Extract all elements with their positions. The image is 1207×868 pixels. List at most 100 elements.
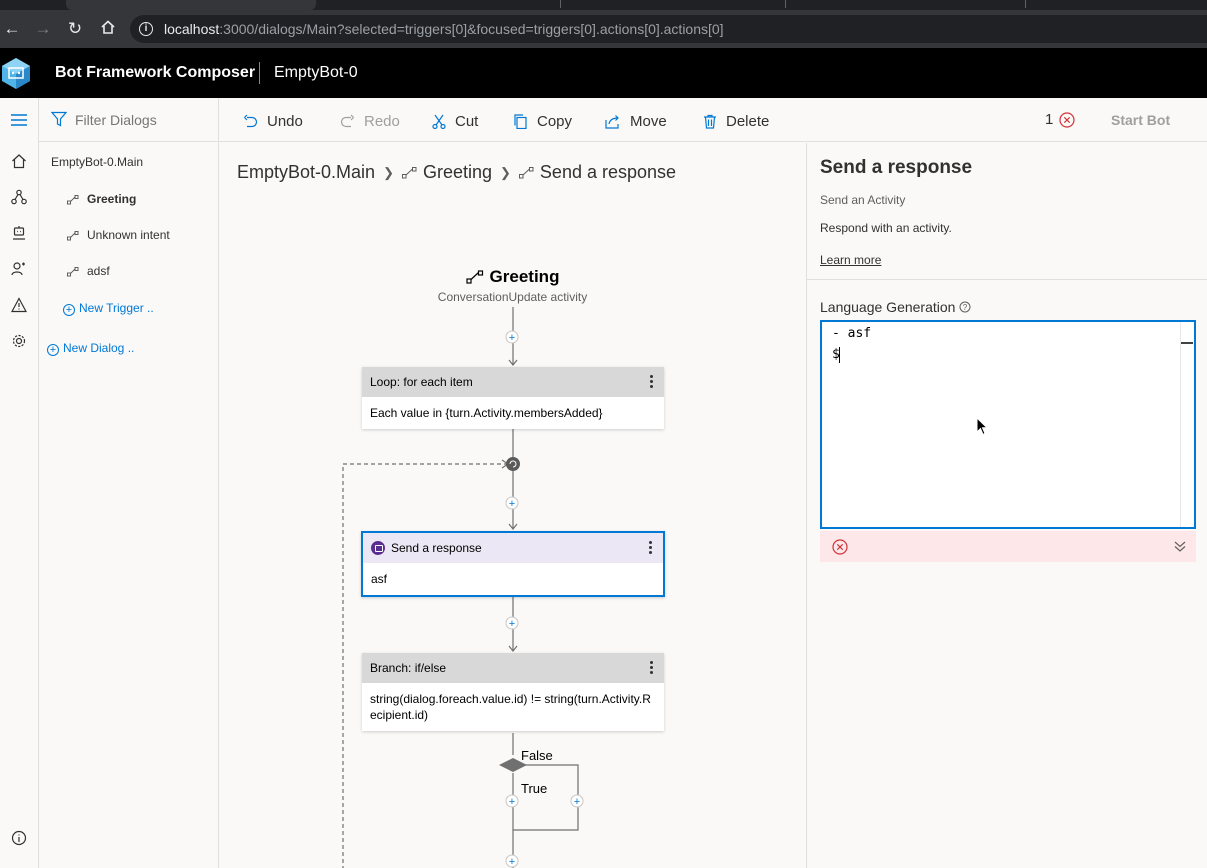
hamburger-menu-icon[interactable] — [6, 107, 32, 133]
error-count-indicator[interactable]: 1 — [1045, 111, 1075, 128]
browser-toolbar: ← → ↻ i localhost:3000/dialogs/Main?sele… — [0, 10, 1207, 48]
node-header: Send a response — [363, 533, 663, 563]
copy-label: Copy — [537, 112, 573, 130]
error-bar — [820, 531, 1196, 562]
filter-icon — [51, 111, 67, 127]
editor-scrollbar[interactable] — [1180, 322, 1194, 527]
loop-node[interactable]: Loop: for each item Each value in {turn.… — [362, 367, 664, 429]
site-info-icon[interactable]: i — [139, 22, 153, 36]
trigger-item-adsf[interactable]: adsf — [67, 264, 110, 278]
trigger-icon — [67, 230, 79, 241]
back-icon[interactable]: ← — [2, 19, 22, 39]
redo-label: Redo — [364, 112, 400, 130]
node-title: Branch: if/else — [370, 661, 447, 675]
cut-icon — [432, 114, 446, 129]
flow-icon[interactable] — [6, 184, 32, 210]
composer-logo-icon — [2, 58, 30, 89]
copy-button[interactable]: Copy — [513, 111, 572, 131]
branch-node[interactable]: Branch: if/else string(dialog.foreach.va… — [362, 653, 664, 731]
move-icon — [605, 114, 619, 129]
cut-label: Cut — [455, 112, 479, 130]
redo-button[interactable]: Redo — [340, 111, 400, 131]
new-dialog-link[interactable]: + New Dialog .. — [47, 341, 134, 356]
filter-dialogs-input[interactable] — [75, 112, 205, 128]
trigger-item-greeting[interactable]: Greeting — [67, 192, 136, 206]
trigger-header[interactable]: Greeting ConversationUpdate activity — [219, 267, 806, 304]
svg-text:+: + — [509, 856, 515, 868]
browser-tab-active[interactable] — [66, 0, 316, 10]
trigger-label: adsf — [87, 264, 110, 278]
bot-responses-icon[interactable] — [6, 220, 32, 246]
more-options-icon[interactable] — [650, 661, 654, 675]
visual-editor-canvas: EmptyBot-0.Main ❯ Greeting ❯ Send a resp… — [219, 143, 806, 868]
svg-text:?: ? — [963, 303, 968, 312]
left-nav — [0, 98, 39, 868]
dialog-tree-panel: EmptyBot-0.Main Greeting Unknown intent … — [39, 98, 219, 868]
trigger-title: Greeting — [465, 267, 560, 287]
undo-label: Undo — [267, 112, 303, 130]
properties-panel: Send a response Send an Activity Respond… — [806, 143, 1207, 868]
trash-icon — [704, 114, 716, 129]
new-trigger-link[interactable]: + New Trigger .. — [63, 301, 154, 316]
trigger-label: Unknown intent — [87, 228, 170, 242]
trigger-icon — [67, 194, 79, 205]
properties-subtitle: Send an Activity — [820, 193, 906, 207]
node-title: Loop: for each item — [370, 375, 473, 389]
trigger-type: ConversationUpdate activity — [437, 290, 588, 304]
new-dialog-label: New Dialog .. — [63, 341, 135, 355]
more-options-icon[interactable] — [649, 541, 653, 555]
dialog-item-main[interactable]: EmptyBot-0.Main — [51, 155, 143, 169]
undo-button[interactable]: Undo — [243, 111, 303, 131]
move-label: Move — [630, 112, 667, 130]
text-caret — [839, 347, 840, 363]
error-circle-icon — [1059, 111, 1075, 128]
svg-text:+: + — [509, 498, 515, 510]
svg-text:+: + — [509, 332, 515, 344]
send-response-node[interactable]: Send a response asf — [361, 531, 665, 597]
delete-label: Delete — [726, 112, 770, 130]
settings-icon[interactable] — [6, 328, 32, 354]
node-body: string(dialog.foreach.value.id) != strin… — [370, 692, 651, 722]
flow-connectors: + + + + + + — [342, 307, 584, 868]
home-page-icon[interactable] — [98, 19, 118, 39]
forward-icon[interactable]: → — [33, 19, 53, 39]
double-chevron-down-icon[interactable] — [1173, 539, 1187, 553]
header-divider — [259, 62, 260, 84]
svg-text:+: + — [509, 796, 515, 808]
move-button[interactable]: Move — [605, 111, 667, 131]
home-icon[interactable] — [6, 148, 32, 174]
app-title: Bot Framework Composer — [55, 64, 256, 81]
lg-label: Language Generation ? — [820, 299, 971, 315]
help-icon[interactable]: ? — [959, 301, 971, 313]
cut-button[interactable]: Cut — [432, 111, 478, 131]
lg-editor[interactable]: - asf $ — [820, 320, 1196, 529]
send-response-icon — [371, 541, 385, 555]
new-trigger-label: New Trigger .. — [79, 301, 154, 315]
properties-title: Send a response — [820, 157, 973, 178]
app-header: Bot Framework Composer EmptyBot-0 — [0, 48, 1207, 98]
trigger-icon — [465, 270, 483, 284]
trigger-item-unknown-intent[interactable]: Unknown intent — [67, 228, 170, 242]
more-options-icon[interactable] — [650, 375, 654, 389]
copy-icon — [514, 113, 527, 129]
address-bar[interactable]: i localhost:3000/dialogs/Main?selected=t… — [130, 15, 1207, 43]
trigger-name: Greeting — [489, 267, 560, 286]
delete-button[interactable]: Delete — [703, 111, 769, 131]
learn-more-link[interactable]: Learn more — [820, 253, 881, 267]
loop-indicator-icon — [506, 457, 520, 471]
warning-icon[interactable] — [6, 292, 32, 318]
divider — [807, 279, 1207, 280]
toolbar: Undo Redo Cut Copy Move Delete 1 Start B… — [219, 98, 1207, 142]
user-input-icon[interactable] — [6, 256, 32, 282]
error-circle-icon — [832, 539, 848, 555]
properties-description: Respond with an activity. — [820, 221, 952, 235]
reload-icon[interactable]: ↻ — [65, 19, 85, 39]
bot-name: EmptyBot-0 — [274, 64, 358, 81]
url-text: localhost:3000/dialogs/Main?selected=tri… — [164, 21, 724, 37]
node-body: Each value in {turn.Activity.membersAdde… — [370, 406, 603, 420]
node-body: asf — [371, 572, 388, 586]
svg-text:+: + — [574, 796, 580, 808]
lg-label-text: Language Generation — [820, 299, 956, 315]
start-bot-button[interactable]: Start Bot — [1111, 112, 1170, 128]
info-icon[interactable] — [6, 825, 32, 851]
